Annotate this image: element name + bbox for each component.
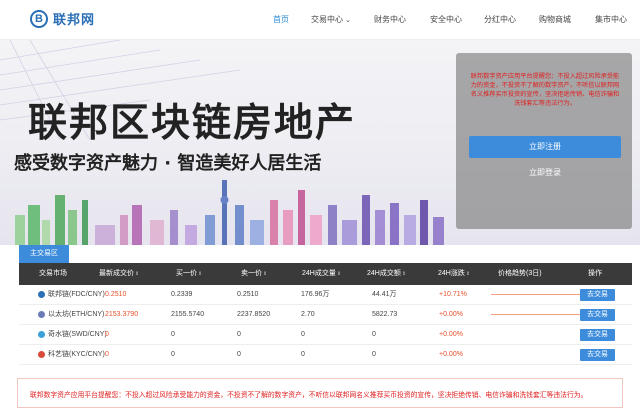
col-ask-label: 卖一价 bbox=[241, 270, 262, 277]
col-bid-label: 买一价 bbox=[176, 270, 197, 277]
market-name: 科艺链(KYC/CNY) bbox=[48, 351, 105, 358]
nav-finance-center[interactable]: 财务中心 bbox=[374, 14, 406, 25]
col-24h-change-label: 24H涨跌 bbox=[438, 270, 465, 277]
bid-price: 2155.5740 bbox=[171, 311, 205, 318]
market-name: 以太坊(ETH/CNY) bbox=[48, 311, 105, 318]
market-name: 联邦链(FDC/CNY) bbox=[48, 291, 105, 298]
change-24h: +0.00% bbox=[439, 311, 463, 318]
swd-coin-icon bbox=[38, 330, 45, 338]
col-24h-volume-label: 24H成交量 bbox=[302, 270, 336, 277]
amount-24h: 0 bbox=[372, 351, 376, 358]
footer-risk-notice: 联邦数字资产应用平台提醒您：不投入超过风险承受能力的资金，不投资不了解的数字资产… bbox=[17, 378, 623, 408]
table-row[interactable]: 联邦链(FDC/CNY) 0.2510 0.2339 0.2510 176.96… bbox=[19, 285, 632, 305]
sort-icon: ⇕ bbox=[465, 271, 471, 277]
bid-price: 0.2339 bbox=[171, 291, 193, 298]
fdc-coin-icon bbox=[38, 290, 45, 298]
kyc-coin-icon bbox=[38, 350, 45, 358]
col-24h-change[interactable]: 24H涨跌⇕ bbox=[438, 263, 470, 285]
amount-24h: 5822.73 bbox=[372, 311, 398, 318]
bid-price: 0 bbox=[171, 351, 175, 358]
eth-coin-icon bbox=[38, 310, 45, 318]
nav-security-center[interactable]: 安全中心 bbox=[430, 14, 462, 25]
latest-price: 0 bbox=[105, 351, 109, 358]
latest-price: 0 bbox=[105, 331, 109, 338]
market-cell: 奇水链(SWD/CNY) bbox=[38, 325, 107, 345]
latest-price: 0.2510 bbox=[105, 291, 127, 298]
table-row[interactable]: 奇水链(SWD/CNY) 0 0 0 0 0 +0.00% 去交易 bbox=[19, 325, 632, 345]
col-24h-amount[interactable]: 24H成交额⇕ bbox=[367, 263, 406, 285]
col-market: 交易市场 bbox=[39, 270, 67, 277]
sort-icon: ⇕ bbox=[198, 271, 203, 277]
sort-icon: ⇕ bbox=[263, 271, 268, 277]
tab-main-trading-zone[interactable]: 主交易区 bbox=[19, 245, 69, 263]
volume-24h: 176.96万 bbox=[301, 291, 330, 298]
trade-button[interactable]: 去交易 bbox=[580, 329, 615, 341]
sort-icon: ⇕ bbox=[336, 271, 342, 277]
trade-button[interactable]: 去交易 bbox=[580, 289, 615, 301]
trade-button[interactable]: 去交易 bbox=[580, 349, 615, 361]
col-ask[interactable]: 卖一价⇕ bbox=[241, 263, 267, 285]
main-nav: 首页 交易中心 ⌄ 财务中心 安全中心 分红中心 购物商城 集市中心 bbox=[0, 14, 640, 28]
change-24h: +10.71% bbox=[439, 291, 467, 298]
col-24h-volume[interactable]: 24H成交量⇕ bbox=[302, 263, 341, 285]
market-cell: 科艺链(KYC/CNY) bbox=[38, 345, 105, 365]
nav-home[interactable]: 首页 bbox=[273, 14, 289, 25]
nav-dividend-center[interactable]: 分红中心 bbox=[484, 14, 516, 25]
ask-price: 0 bbox=[237, 351, 241, 358]
sort-icon: ⇕ bbox=[135, 271, 140, 277]
ask-price: 0.2510 bbox=[237, 291, 259, 298]
market-cell: 联邦链(FDC/CNY) bbox=[38, 285, 105, 305]
change-24h: +0.00% bbox=[439, 331, 463, 338]
latest-price: 2153.3790 bbox=[105, 311, 139, 318]
trend-sparkline bbox=[491, 314, 581, 315]
col-price-trend: 价格趋势(3日) bbox=[498, 270, 542, 277]
volume-24h: 0 bbox=[301, 351, 305, 358]
nav-shopping-mall[interactable]: 购物商城 bbox=[539, 14, 571, 25]
site-header: B 联邦网 首页 交易中心 ⌄ 财务中心 安全中心 分红中心 购物商城 集市中心 bbox=[0, 0, 640, 40]
volume-24h: 2.70 bbox=[301, 311, 315, 318]
table-header: 交易市场 最新成交价⇕ 买一价⇕ 卖一价⇕ 24H成交量⇕ 24H成交额⇕ 24… bbox=[19, 263, 632, 285]
login-link[interactable]: 立即登录 bbox=[469, 167, 621, 178]
chevron-down-icon: ⌄ bbox=[345, 17, 351, 24]
nav-trading-center[interactable]: 交易中心 ⌄ bbox=[311, 14, 351, 25]
col-24h-amount-label: 24H成交额 bbox=[367, 270, 401, 277]
amount-24h: 44.41万 bbox=[372, 291, 397, 298]
banner-title: 联邦区块链房地产 bbox=[28, 101, 357, 146]
nav-trading-center-label: 交易中心 bbox=[311, 15, 343, 24]
ask-price: 0 bbox=[237, 331, 241, 338]
change-24h: +0.00% bbox=[439, 351, 463, 358]
bid-price: 0 bbox=[171, 331, 175, 338]
table-row[interactable]: 以太坊(ETH/CNY) 2153.3790 2155.5740 2237.85… bbox=[19, 305, 632, 325]
trade-button[interactable]: 去交易 bbox=[580, 309, 615, 321]
col-action: 操作 bbox=[588, 270, 602, 277]
register-button[interactable]: 立即注册 bbox=[469, 136, 621, 158]
market-cell: 以太坊(ETH/CNY) bbox=[38, 305, 104, 325]
col-latest-price[interactable]: 最新成交价⇕ bbox=[99, 263, 139, 285]
market-name: 奇水链(SWD/CNY) bbox=[48, 331, 107, 338]
table-row[interactable]: 科艺链(KYC/CNY) 0 0 0 0 0 +0.00% 去交易 bbox=[19, 345, 632, 365]
market-table: 交易市场 最新成交价⇕ 买一价⇕ 卖一价⇕ 24H成交量⇕ 24H成交额⇕ 24… bbox=[19, 263, 632, 365]
col-latest-price-label: 最新成交价 bbox=[99, 270, 134, 277]
volume-24h: 0 bbox=[301, 331, 305, 338]
col-bid[interactable]: 买一价⇕ bbox=[176, 263, 202, 285]
banner-subtitle: 感受数字资产魅力 · 智造美好人居生活 bbox=[14, 153, 322, 174]
footer-notice-text: 联邦数字资产应用平台提醒您：不投入超过风险承受能力的资金，不投资不了解的数字资产… bbox=[30, 392, 588, 399]
trend-sparkline bbox=[491, 294, 581, 295]
ask-price: 2237.8520 bbox=[237, 311, 271, 318]
nav-market-center[interactable]: 集市中心 bbox=[595, 14, 627, 25]
amount-24h: 0 bbox=[372, 331, 376, 338]
sort-icon: ⇕ bbox=[401, 271, 407, 277]
risk-notice: 联邦数字资产应用平台提醒您：不投入超过风险承受能力的资金，不投资不了解的数字资产… bbox=[470, 73, 620, 107]
